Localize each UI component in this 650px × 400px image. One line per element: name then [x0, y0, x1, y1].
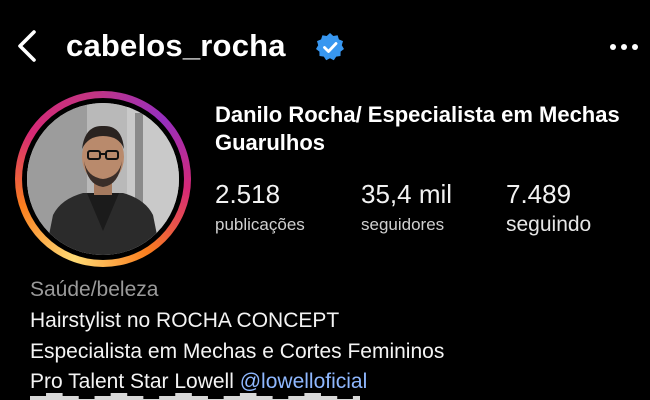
- chevron-left-icon: [18, 30, 36, 62]
- stat-following[interactable]: 7.489 seguindo: [506, 178, 591, 236]
- bio-line-1: Hairstylist no ROCHA CONCEPT: [30, 309, 340, 332]
- profile-photo-illustration: [27, 103, 179, 255]
- followers-count: 35,4 mil: [361, 179, 453, 209]
- bio-overflow-line: ▂▃▂▁▂▃▂▁▂▃▂▁▂▃▂▁▂▃▂▁▂▃▂▁▂▃▂▁: [30, 392, 360, 400]
- posts-count: 2.518: [215, 179, 281, 209]
- story-ring-avatar[interactable]: [15, 91, 191, 267]
- following-count: 7.489: [506, 179, 572, 209]
- profile-full-name: Danilo Rocha/ Especialista em Mechas Gua…: [215, 102, 620, 155]
- posts-label: publicações: [215, 215, 305, 234]
- bio-overflow-text: ▂▃▂▁▂▃▂▁▂▃▂▁▂▃▂▁▂▃▂▁▂▃▂▁▂▃▂▁: [30, 392, 360, 400]
- stat-posts[interactable]: 2.518 publicações: [215, 178, 305, 236]
- following-label: seguindo: [506, 213, 592, 236]
- profile-category: Saúde/beleza: [30, 278, 159, 301]
- profile-header: cabelos_rocha: [0, 0, 650, 92]
- more-options-button[interactable]: [604, 30, 644, 64]
- profile-photo: [27, 103, 179, 255]
- profile-page: cabelos_rocha Danilo Rocha/ Especialista…: [0, 0, 650, 400]
- more-horizontal-icon: [610, 44, 638, 50]
- back-button[interactable]: [10, 24, 44, 68]
- verified-badge-icon: [316, 33, 344, 61]
- followers-label: seguidores: [361, 215, 445, 234]
- bio-line-2: Especialista em Mechas e Cortes Feminino…: [30, 340, 445, 363]
- bio-line-3-text: Pro Talent Star Lowell: [30, 370, 234, 393]
- username-title: cabelos_rocha: [66, 28, 286, 63]
- bio-mention-link[interactable]: @lowelloficial: [240, 370, 368, 393]
- stat-followers[interactable]: 35,4 mil seguidores: [361, 178, 452, 236]
